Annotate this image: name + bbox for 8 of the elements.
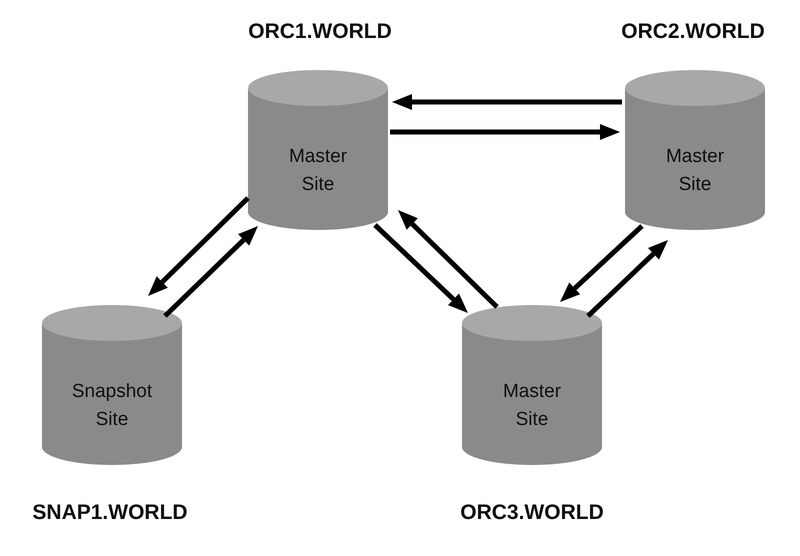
site-type-label: Master Site — [664, 145, 726, 197]
node-label: SNAP1.WORLD — [32, 501, 188, 525]
site-type-label: Snapshot Site — [70, 380, 154, 432]
site-type-label: Master Site — [502, 380, 562, 432]
node-label: ORC3.WORLD — [460, 501, 604, 525]
site-type-label: Master Site — [288, 145, 348, 197]
node-label: ORC2.WORLD — [621, 20, 765, 44]
node-label: ORC1.WORLD — [248, 20, 392, 44]
